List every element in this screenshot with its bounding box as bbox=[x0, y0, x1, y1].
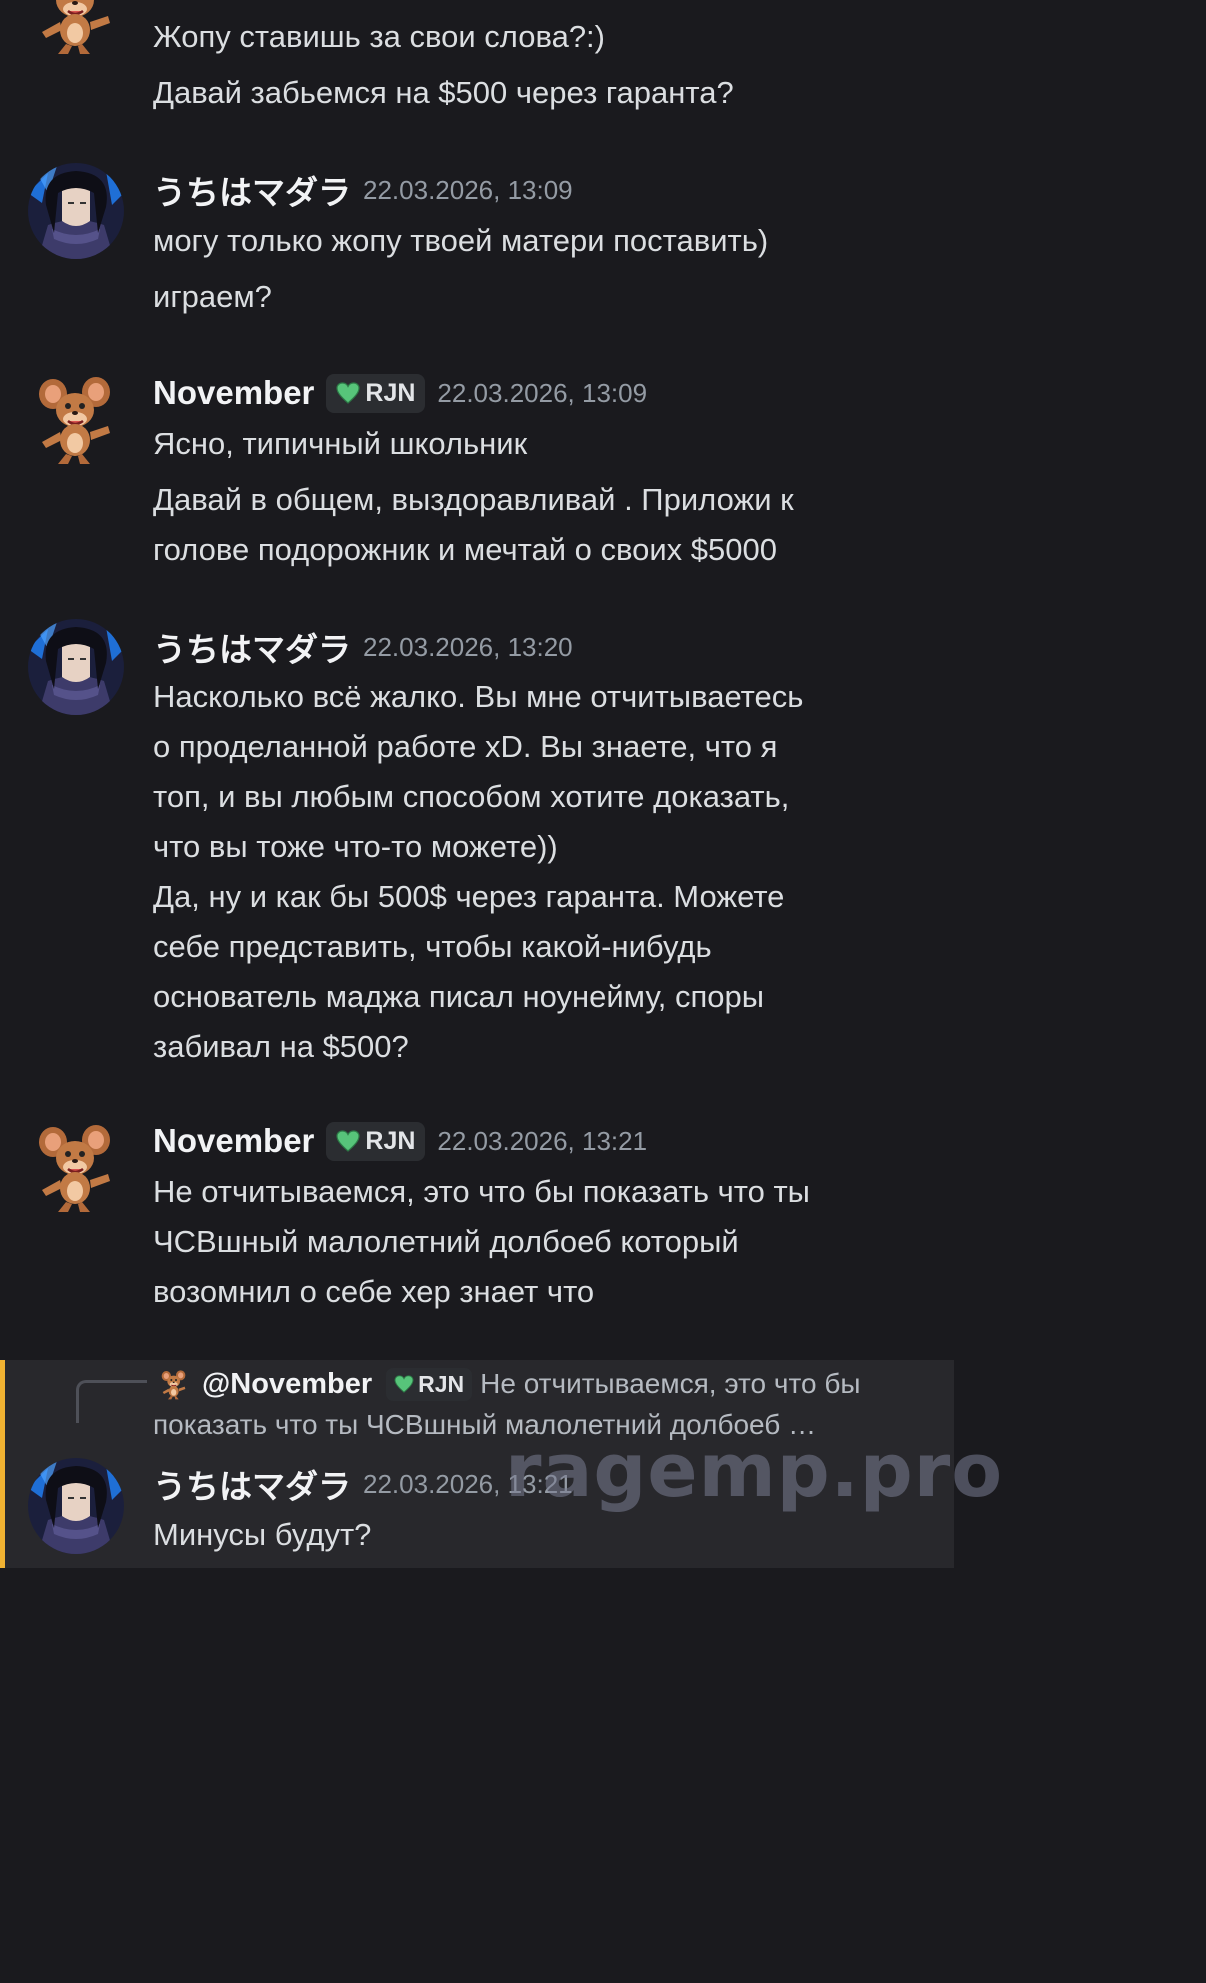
message-line: забивал на $500? bbox=[153, 1029, 409, 1064]
role-tag[interactable]: RJN bbox=[326, 373, 426, 413]
message-line: основатель маджа писал ноунейму, споры bbox=[153, 979, 764, 1014]
reply-reference[interactable]: @November RJN Не отчитываемся, это что б… bbox=[158, 1362, 860, 1406]
message-body: Жопу ставишь за свои слова?:) Давай забь… bbox=[153, 12, 734, 118]
message-line: возомнил о себе хер знает что bbox=[153, 1274, 595, 1309]
role-tag-label: RJN bbox=[365, 1126, 416, 1155]
message-body: могу только жопу твоей матери поставить)… bbox=[153, 216, 768, 322]
avatar[interactable] bbox=[28, 0, 124, 56]
author-name[interactable]: November bbox=[153, 374, 314, 412]
reply-connector bbox=[76, 1380, 147, 1423]
message-line: Давай в общем, выздоравливай . Приложи к bbox=[153, 482, 794, 517]
mention-highlight-bar bbox=[0, 1360, 5, 1568]
green-heart-icon bbox=[336, 382, 360, 404]
message-body: Ясно, типичный школьник Давай в общем, в… bbox=[153, 419, 794, 575]
message-line: что вы тоже что-то можете)) bbox=[153, 829, 558, 864]
anime-character-avatar-icon bbox=[28, 163, 124, 259]
author-name[interactable]: うちはマダラ bbox=[153, 166, 351, 214]
message-line: топ, и вы любым способом хотите доказать… bbox=[153, 779, 790, 814]
role-tag: RJN bbox=[386, 1367, 473, 1401]
message-line: Не отчитываемся, это что бы показать что… bbox=[153, 1174, 810, 1209]
timestamp: 22.03.2026, 13:21 bbox=[437, 1125, 648, 1156]
message-line: себе представить, чтобы какой-нибудь bbox=[153, 929, 712, 964]
message-header: うちはマダラ 22.03.2026, 13:09 bbox=[153, 165, 573, 215]
message-header: November RJN 22.03.2026, 13:09 bbox=[153, 368, 647, 418]
timestamp: 22.03.2026, 13:09 bbox=[437, 377, 648, 408]
green-heart-icon bbox=[336, 1130, 360, 1152]
message-line: Да, ну и как бы 500$ через гаранта. Може… bbox=[153, 879, 785, 914]
avatar[interactable] bbox=[28, 619, 124, 715]
reply-preview-text[interactable]: Не отчитываемся, это что бы bbox=[480, 1368, 860, 1400]
cartoon-mouse-avatar-icon bbox=[28, 0, 124, 56]
message-line: Минусы будут? bbox=[153, 1517, 372, 1552]
message-body: Не отчитываемся, это что бы показать что… bbox=[153, 1167, 810, 1317]
message-header: うちはマダラ 22.03.2026, 13:20 bbox=[153, 622, 573, 672]
avatar[interactable] bbox=[28, 1118, 124, 1214]
message-line: Давай забьемся на $500 через гаранта? bbox=[153, 75, 734, 110]
message-body: Минусы будут? bbox=[153, 1510, 371, 1560]
avatar[interactable] bbox=[28, 1458, 124, 1554]
anime-character-avatar-icon bbox=[28, 1458, 124, 1554]
avatar[interactable] bbox=[28, 370, 124, 466]
author-name[interactable]: November bbox=[153, 1122, 314, 1160]
message-header: November RJN 22.03.2026, 13:21 bbox=[153, 1116, 647, 1166]
role-tag-label: RJN bbox=[418, 1370, 465, 1397]
timestamp: 22.03.2026, 13:20 bbox=[363, 631, 573, 662]
author-name[interactable]: うちはマダラ bbox=[153, 1460, 351, 1508]
message-line: Насколько всё жалко. Вы мне отчитываетес… bbox=[153, 679, 804, 714]
green-heart-icon bbox=[394, 1375, 414, 1393]
anime-character-avatar-icon bbox=[28, 619, 124, 715]
reply-author[interactable]: @November bbox=[202, 1368, 372, 1401]
message-line: голове подорожник и мечтай о своих $5000 bbox=[153, 532, 777, 567]
role-tag-label: RJN bbox=[365, 378, 416, 407]
message-line: могу только жопу твоей матери поставить) bbox=[153, 223, 769, 258]
avatar[interactable] bbox=[28, 163, 124, 259]
timestamp: 22.03.2026, 13:09 bbox=[363, 174, 573, 205]
message-line: играем? bbox=[153, 279, 272, 314]
message-line: Ясно, типичный школьник bbox=[153, 426, 528, 461]
message-line: о проделанной работе xD. Вы знаете, что … bbox=[153, 729, 778, 764]
role-tag[interactable]: RJN bbox=[326, 1121, 426, 1161]
cartoon-mouse-avatar-icon bbox=[28, 370, 124, 466]
cartoon-mouse-avatar-icon bbox=[28, 1118, 124, 1214]
cartoon-mouse-avatar-icon bbox=[158, 1368, 190, 1400]
watermark: ragemp.pro bbox=[505, 1428, 1004, 1514]
message-line: Жопу ставишь за свои слова?:) bbox=[153, 19, 605, 54]
message-body: Насколько всё жалко. Вы мне отчитываетес… bbox=[153, 672, 803, 1072]
message-line: ЧСВшный малолетний долбоеб который bbox=[153, 1224, 739, 1259]
author-name[interactable]: うちはマダラ bbox=[153, 623, 351, 671]
